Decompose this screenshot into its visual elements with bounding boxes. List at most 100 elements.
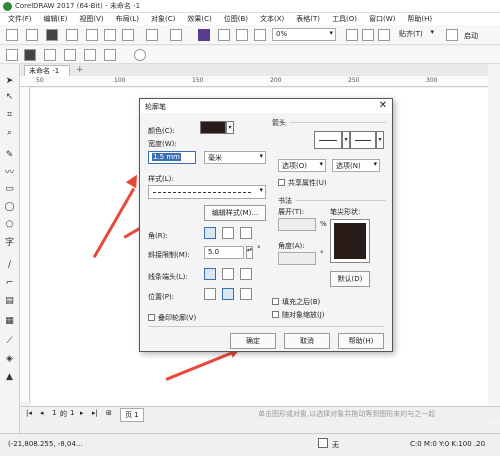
center-position-icon[interactable]: [222, 288, 234, 300]
menu-edit[interactable]: 编辑(E): [38, 14, 74, 24]
miter-corner-icon[interactable]: [204, 227, 216, 239]
share-attributes-checkbox[interactable]: [278, 179, 285, 186]
menu-tools[interactable]: 工具(O): [326, 14, 363, 24]
menu-text[interactable]: 文本(X): [254, 14, 290, 24]
angle-input[interactable]: [278, 252, 316, 265]
color-picker[interactable]: [200, 121, 226, 134]
menu-table[interactable]: 表格(T): [290, 14, 326, 24]
copy-icon[interactable]: [104, 29, 116, 41]
width-input[interactable]: 1.5 mm: [148, 151, 196, 164]
drop-shadow-icon[interactable]: ▤: [4, 296, 15, 307]
square-cap-icon[interactable]: [240, 268, 252, 280]
end-arrow-options[interactable]: 选项(N): [332, 159, 380, 172]
ellipse-tool-icon[interactable]: ◯: [4, 202, 15, 213]
scale-with-object-checkbox[interactable]: [272, 311, 279, 318]
units-icon[interactable]: [104, 49, 116, 61]
cut-icon[interactable]: [86, 29, 98, 41]
line-style-select[interactable]: [148, 185, 266, 199]
round-cap-icon[interactable]: [222, 268, 234, 280]
menu-help[interactable]: 帮助(H): [401, 14, 438, 24]
print-icon[interactable]: [66, 29, 78, 41]
menu-file[interactable]: 文件(F): [0, 14, 38, 24]
crop-tool-icon[interactable]: ⌗: [4, 110, 15, 121]
end-arrow-select[interactable]: [350, 131, 376, 149]
stretch-input[interactable]: [278, 218, 316, 231]
smart-fill-icon[interactable]: ▲: [4, 372, 15, 383]
document-tab[interactable]: 未命名 -1: [24, 65, 70, 76]
menu-effects[interactable]: 效果(C): [181, 14, 217, 24]
start-arrow-select[interactable]: [314, 131, 342, 149]
cancel-button[interactable]: 取消: [284, 333, 330, 349]
snap-to-dropdown[interactable]: 贴齐(T): [396, 28, 436, 41]
prev-page-icon[interactable]: ◂: [40, 409, 44, 417]
overprint-checkbox[interactable]: [148, 314, 155, 321]
polygon-tool-icon[interactable]: ⬠: [4, 220, 15, 231]
end-arrow-dropdown-icon[interactable]: ▾: [376, 131, 384, 149]
start-arrow-dropdown-icon[interactable]: ▾: [342, 131, 350, 149]
zoom-level-select[interactable]: 0%: [272, 28, 336, 41]
inside-position-icon[interactable]: [240, 288, 252, 300]
horizontal-ruler[interactable]: 50 100 150 200 250 300: [20, 76, 500, 87]
last-page-icon[interactable]: ▸|: [92, 409, 98, 417]
pick-tool-icon[interactable]: ➤: [4, 76, 15, 87]
launch-menu[interactable]: 启动: [464, 31, 478, 41]
import-icon[interactable]: [218, 29, 230, 41]
menu-bitmaps[interactable]: 位图(B): [218, 14, 254, 24]
ok-button[interactable]: 确定: [230, 333, 276, 349]
miter-spinner-icon[interactable]: ▴▾: [246, 246, 253, 259]
text-tool-icon[interactable]: 字: [4, 238, 15, 249]
menu-window[interactable]: 窗口(W): [363, 14, 401, 24]
outside-position-icon[interactable]: [204, 288, 216, 300]
grid-icon[interactable]: [378, 29, 390, 41]
full-screen-icon[interactable]: [346, 29, 358, 41]
add-icon[interactable]: [134, 49, 146, 61]
help-button[interactable]: 帮助(H): [338, 333, 384, 349]
start-arrow-options[interactable]: 选项(O): [278, 159, 326, 172]
connector-tool-icon[interactable]: ⌐: [4, 278, 15, 289]
page-size-icon[interactable]: [6, 49, 18, 61]
redo-icon[interactable]: [170, 29, 182, 41]
vertical-ruler[interactable]: [20, 87, 30, 402]
undo-icon[interactable]: [146, 29, 158, 41]
transparency-tool-icon[interactable]: ▦: [4, 316, 15, 327]
artistic-media-icon[interactable]: 〰: [4, 168, 15, 179]
menu-view[interactable]: 视图(V): [73, 14, 109, 24]
portrait-icon[interactable]: [24, 49, 36, 61]
color-palette[interactable]: [488, 64, 500, 424]
edit-style-button[interactable]: 编辑样式(M)...: [204, 205, 266, 221]
publish-pdf-icon[interactable]: [254, 29, 266, 41]
miter-limit-input[interactable]: 5.0: [204, 246, 244, 259]
shape-tool-icon[interactable]: ↖: [4, 92, 15, 103]
zoom-tool-icon[interactable]: ⌕: [4, 128, 15, 139]
options-gear-icon[interactable]: [446, 29, 458, 41]
first-page-icon[interactable]: |◂: [26, 409, 32, 417]
open-icon[interactable]: [26, 29, 38, 41]
freehand-tool-icon[interactable]: ✎: [4, 150, 15, 161]
paste-icon[interactable]: [122, 29, 134, 41]
eyedropper-icon[interactable]: ⟋: [4, 336, 15, 347]
default-button[interactable]: 默认(D): [330, 271, 370, 287]
add-tab-icon[interactable]: +: [76, 65, 84, 75]
butt-cap-icon[interactable]: [204, 268, 216, 280]
color-dropdown-icon[interactable]: ▾: [226, 121, 234, 134]
menu-layout[interactable]: 布局(L): [110, 14, 145, 24]
search-content-icon[interactable]: [198, 29, 210, 41]
behind-fill-checkbox[interactable]: [272, 298, 279, 305]
interactive-fill-icon[interactable]: ◈: [4, 354, 15, 365]
save-icon[interactable]: [46, 29, 58, 41]
close-icon[interactable]: ✕: [378, 100, 388, 111]
landscape-icon[interactable]: [44, 49, 56, 61]
add-page-icon[interactable]: ⊞: [106, 409, 112, 417]
new-document-icon[interactable]: [6, 29, 18, 41]
current-page-icon[interactable]: [84, 49, 96, 61]
next-page-icon[interactable]: ▸: [80, 409, 84, 417]
export-icon[interactable]: [236, 29, 248, 41]
round-corner-icon[interactable]: [222, 227, 234, 239]
rulers-icon[interactable]: [362, 29, 374, 41]
bevel-corner-icon[interactable]: [240, 227, 252, 239]
parallel-dimension-icon[interactable]: ∕: [4, 260, 15, 271]
all-pages-icon[interactable]: [64, 49, 76, 61]
rectangle-tool-icon[interactable]: ▭: [4, 184, 15, 195]
menu-object[interactable]: 对象(C): [145, 14, 181, 24]
width-unit-select[interactable]: 毫米: [204, 151, 266, 164]
